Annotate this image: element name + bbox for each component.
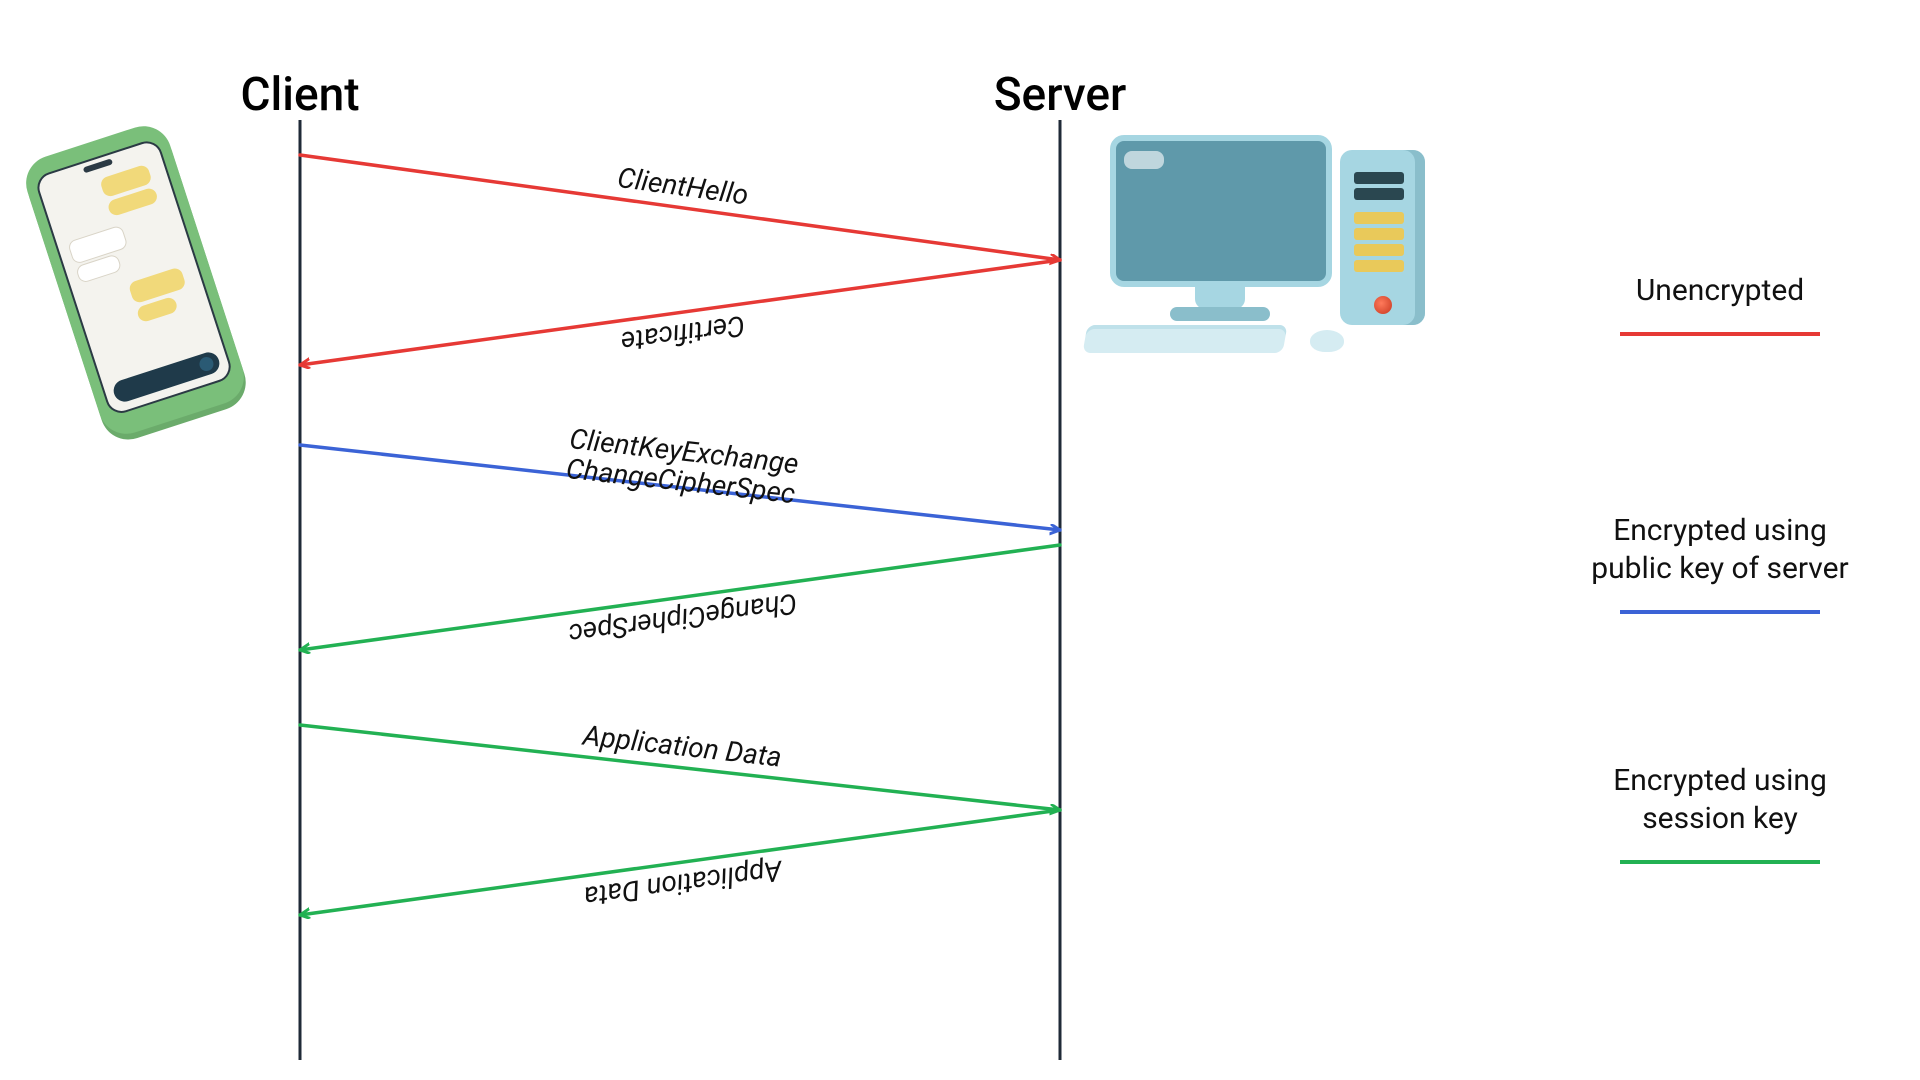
message-label: Application Data	[579, 718, 783, 773]
message-m1: ClientHello	[300, 155, 1060, 260]
legend-pubkey: Encrypted usingpublic key of server	[1591, 513, 1848, 612]
message-m2: Certificate	[300, 260, 1060, 365]
client-title: Client	[240, 68, 359, 122]
message-m3: ClientKeyExchangeChangeCipherSpec	[300, 422, 1060, 530]
message-label: ClientHello	[615, 161, 750, 212]
message-m5: Application Data	[300, 718, 1060, 810]
legend-text: Unencrypted	[1636, 273, 1804, 308]
message-m4: ChangeCipherSpec	[300, 545, 1060, 651]
legend-text: public key of server	[1591, 551, 1848, 586]
server-title: Server	[994, 68, 1127, 122]
legend-text: session key	[1642, 801, 1798, 836]
legend-unencrypted: Unencrypted	[1620, 273, 1820, 334]
message-label: Certificate	[619, 309, 747, 359]
legend-text: Encrypted using	[1613, 763, 1827, 798]
legend-text: Encrypted using	[1613, 513, 1827, 548]
sequence-svg: Client Server ClientHello Certificate Clien…	[0, 0, 1920, 1080]
tls-sequence-diagram: Client Server ClientHello Certificate Clien…	[0, 0, 1920, 1080]
message-m6: Application Data	[300, 810, 1060, 915]
legend-session: Encrypted usingsession key	[1613, 763, 1827, 862]
